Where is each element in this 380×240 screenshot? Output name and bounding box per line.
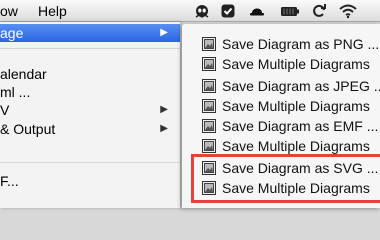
submenu-item-label: Save Diagram as JPEG ...: [222, 78, 380, 94]
image-file-icon: [202, 79, 216, 93]
image-file-icon: [202, 139, 216, 153]
submenu-arrow-icon: ▶: [160, 27, 168, 38]
export-submenu: Save Diagram as PNG ... Save Multiple Di…: [182, 24, 380, 208]
submenu-item-label: Save Diagram as EMF ...: [222, 118, 379, 134]
submenu-item-label: Save Multiple Diagrams: [222, 138, 370, 154]
save-diagram-jpeg-item[interactable]: Save Diagram as JPEG ...: [182, 76, 380, 96]
submenu-item-label: Save Diagram as PNG ...: [222, 36, 380, 52]
save-diagram-emf-item[interactable]: Save Diagram as EMF ...: [182, 116, 380, 136]
submenu-arrow-icon: ▶: [160, 123, 168, 134]
wifi-icon[interactable]: [338, 3, 358, 19]
checkmark-icon[interactable]: [220, 3, 236, 19]
save-diagram-png-item[interactable]: Save Diagram as PNG ...: [182, 34, 380, 54]
sync-icon[interactable]: [311, 3, 327, 19]
menu-help[interactable]: Help: [38, 3, 67, 19]
menu-window[interactable]: ow: [0, 3, 18, 19]
image-file-icon: [202, 99, 216, 113]
battery-icon[interactable]: [280, 3, 300, 19]
menu-item-calendar[interactable]: alendar: [0, 65, 180, 83]
submenu-arrow-icon: ▶: [160, 104, 168, 115]
menu-item-v[interactable]: V ▶: [0, 101, 180, 119]
alien-icon[interactable]: [194, 3, 210, 19]
image-file-icon: [202, 181, 216, 195]
save-multiple-emf-item[interactable]: Save Multiple Diagrams: [182, 136, 380, 156]
submenu-item-label: Save Multiple Diagrams: [222, 98, 370, 114]
image-file-icon: [202, 119, 216, 133]
menu-item-label: & Output: [0, 121, 56, 137]
image-file-icon: [202, 161, 216, 175]
submenu-item-label: Save Diagram as SVG ...: [222, 160, 379, 176]
image-file-icon: [202, 57, 216, 71]
menu-item-output[interactable]: & Output ▶: [0, 120, 180, 138]
menu-item-pdf[interactable]: F...: [0, 172, 180, 190]
menu-item-label: F...: [0, 173, 19, 189]
menu-item-label: alendar: [0, 66, 47, 82]
save-multiple-png-item[interactable]: Save Multiple Diagrams: [182, 54, 380, 74]
save-multiple-jpeg-item[interactable]: Save Multiple Diagrams: [182, 96, 380, 116]
menu-item-html[interactable]: ml ...: [0, 83, 180, 101]
submenu-item-label: Save Multiple Diagrams: [222, 56, 370, 72]
menu-item-image[interactable]: age ▶: [0, 24, 180, 42]
menu-item-label: age: [0, 25, 24, 41]
image-file-icon: [202, 37, 216, 51]
menu-separator: [0, 162, 180, 163]
hat-icon[interactable]: [249, 3, 265, 19]
parent-menu: age ▶ alendar ml ... V ▶ & Output ▶ F...: [0, 22, 180, 208]
submenu-item-label: Save Multiple Diagrams: [222, 180, 370, 196]
menu-item-label: ml ...: [0, 84, 31, 100]
menu-item-label: V: [0, 102, 10, 118]
save-multiple-svg-item[interactable]: Save Multiple Diagrams: [182, 178, 380, 198]
menu-separator: [0, 48, 180, 49]
menu-bar: ow Help: [0, 0, 380, 22]
save-diagram-svg-item[interactable]: Save Diagram as SVG ...: [182, 158, 380, 178]
